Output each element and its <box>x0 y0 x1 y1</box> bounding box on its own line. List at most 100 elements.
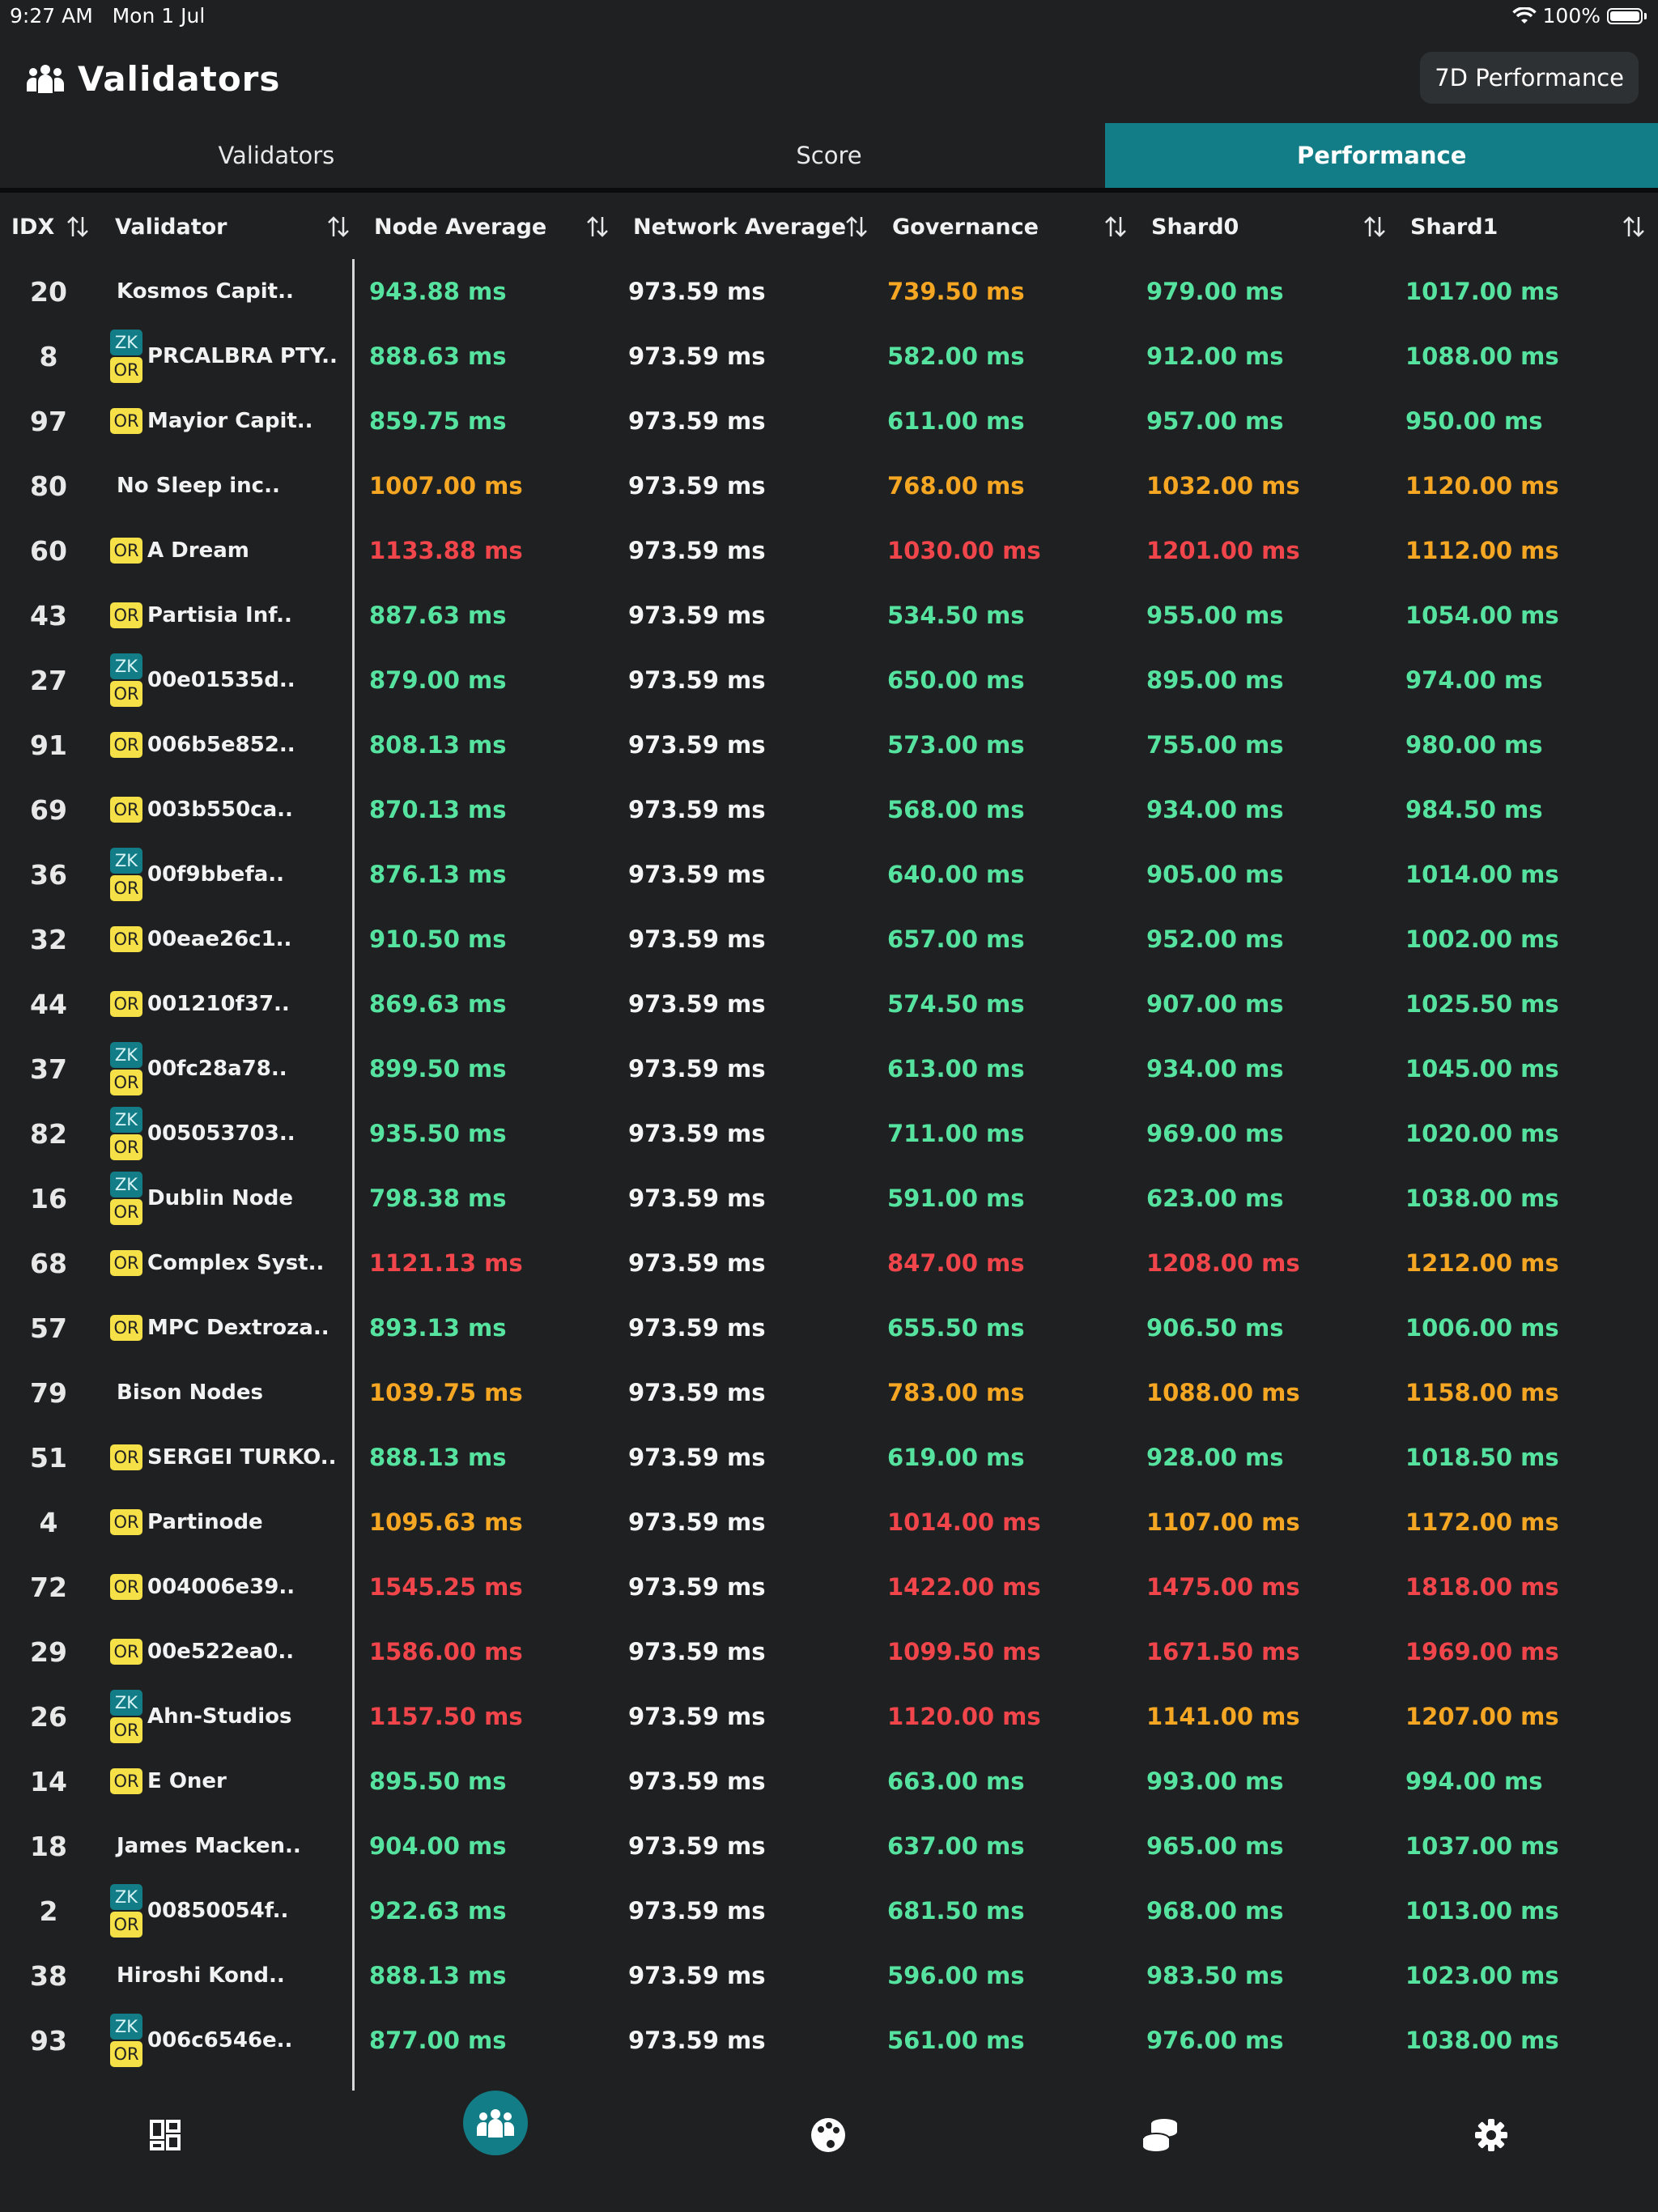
validator-badges: OR <box>110 1509 142 1535</box>
governance-value: 568.00 ms <box>887 796 1025 823</box>
validator-badges: ZK OR <box>110 1884 142 1938</box>
col-header-network-average[interactable]: Network Average <box>633 194 846 259</box>
nav-settings[interactable] <box>1410 2091 1572 2180</box>
validator-name: Mayior Capit.. <box>147 409 313 433</box>
table-row[interactable]: 26 ZK OR Ahn-Studios 1157.50 ms 973.59 ms 1120… <box>0 1684 1658 1749</box>
network-average-value: 973.59 ms <box>628 1962 766 1989</box>
table-row[interactable]: 43 OR Partisia Inf.. 887.63 ms 973.59 ms 534.… <box>0 583 1658 648</box>
validator-badges: OR <box>110 991 142 1017</box>
validator-badges: OR <box>110 1444 142 1470</box>
table-row[interactable]: 29 OR 00e522ea0.. 1586.00 ms 973.59 ms 1099.5… <box>0 1619 1658 1684</box>
node-average-value: 877.00 ms <box>369 2027 507 2054</box>
table-row[interactable]: 79 Bison Nodes 1039.75 ms 973.59 ms 783.00 m… <box>0 1360 1658 1425</box>
shard0-value: 906.50 ms <box>1146 1314 1284 1342</box>
row-validator: ZK OR 00e01535d.. <box>110 648 346 713</box>
row-idx: 82 <box>30 1117 67 1150</box>
row-idx: 43 <box>30 599 67 632</box>
table-row[interactable]: 82 ZK OR 005053703.. 935.50 ms 973.59 ms 711.0… <box>0 1101 1658 1166</box>
col-header-idx[interactable]: IDX <box>11 194 54 259</box>
or-badge: OR <box>110 1768 142 1794</box>
table-row[interactable]: 93 ZK OR 006c6546e.. 877.00 ms 973.59 ms 561.0… <box>0 2008 1658 2073</box>
zk-badge: ZK <box>110 1884 142 1910</box>
row-idx: 72 <box>30 1571 67 1603</box>
validator-badges: OR <box>110 926 142 952</box>
table-row[interactable]: 14 OR E Oner 895.50 ms 973.59 ms 663.00 ms 993… <box>0 1749 1658 1814</box>
or-badge: OR <box>110 1912 142 1938</box>
sort-governance-icon[interactable] <box>1103 214 1129 240</box>
table-row[interactable]: 37 ZK OR 00fc28a78.. 899.50 ms 973.59 ms 613.0… <box>0 1036 1658 1101</box>
shard0-value: 952.00 ms <box>1146 925 1284 953</box>
col-header-shard0[interactable]: Shard0 <box>1151 194 1239 259</box>
zk-badge: ZK <box>110 1107 142 1133</box>
nav-staking[interactable] <box>1079 2091 1241 2180</box>
col-header-shard1[interactable]: Shard1 <box>1410 194 1498 259</box>
validator-name: 001210f37.. <box>147 992 290 1016</box>
row-validator: OR 006b5e852.. <box>110 713 346 777</box>
col-header-governance[interactable]: Governance <box>892 194 1039 259</box>
col-header-validator[interactable]: Validator <box>115 194 227 259</box>
sort-shard1-icon[interactable] <box>1621 214 1647 240</box>
or-badge: OR <box>110 538 142 564</box>
row-validator: OR 00e522ea0.. <box>110 1619 346 1684</box>
table-row[interactable]: 97 OR Mayior Capit.. 859.75 ms 973.59 ms 611.… <box>0 389 1658 453</box>
shard0-value: 976.00 ms <box>1146 2027 1284 2054</box>
row-idx: 51 <box>30 1441 67 1474</box>
validator-name: 00850054f.. <box>147 1899 289 1923</box>
table-row[interactable]: 8 ZK OR PRCALBRA PTY.. 888.63 ms 973.59 ms 582… <box>0 324 1658 389</box>
or-badge: OR <box>110 1250 142 1276</box>
table-row[interactable]: 69 OR 003b550ca.. 870.13 ms 973.59 ms 568.00 … <box>0 777 1658 842</box>
nav-validators[interactable] <box>414 2091 576 2180</box>
tab-validators[interactable]: Validators <box>0 123 553 188</box>
sort-shard0-icon[interactable] <box>1362 214 1388 240</box>
table-row[interactable]: 16 ZK OR Dublin Node 798.38 ms 973.59 ms 591.0… <box>0 1166 1658 1231</box>
network-average-value: 973.59 ms <box>628 1379 766 1406</box>
table-row[interactable]: 4 OR Partinode 1095.63 ms 973.59 ms 1014.00 m… <box>0 1490 1658 1555</box>
validator-name: 006b5e852.. <box>147 733 295 757</box>
validator-badges: OR <box>110 1768 142 1794</box>
or-badge: OR <box>110 875 142 901</box>
table-row[interactable]: 38 Hiroshi Kond.. 888.13 ms 973.59 ms 596.00… <box>0 1943 1658 2008</box>
table-row[interactable]: 60 OR A Dream 1133.88 ms 973.59 ms 1030.00 ms… <box>0 518 1658 583</box>
or-badge: OR <box>110 1134 142 1160</box>
table-row[interactable]: 80 No Sleep inc.. 1007.00 ms 973.59 ms 768.0… <box>0 453 1658 518</box>
network-average-value: 973.59 ms <box>628 1249 766 1277</box>
row-validator: OR MPC Dextroza.. <box>110 1295 346 1360</box>
table-row[interactable]: 32 OR 00eae26c1.. 910.50 ms 973.59 ms 657.00 … <box>0 907 1658 972</box>
row-idx: 26 <box>30 1700 67 1733</box>
table-row[interactable]: 44 OR 001210f37.. 869.63 ms 973.59 ms 574.50 … <box>0 972 1658 1036</box>
governance-value: 663.00 ms <box>887 1767 1025 1795</box>
table-row[interactable]: 36 ZK OR 00f9bbefa.. 876.13 ms 973.59 ms 640.0… <box>0 842 1658 907</box>
tab-performance[interactable]: Performance <box>1105 123 1658 188</box>
table-row[interactable]: 51 OR SERGEI TURKO.. 888.13 ms 973.59 ms 619.… <box>0 1425 1658 1490</box>
table-row[interactable]: 27 ZK OR 00e01535d.. 879.00 ms 973.59 ms 650.0… <box>0 648 1658 713</box>
row-validator: OR A Dream <box>110 518 346 583</box>
node-average-value: 888.13 ms <box>369 1444 507 1471</box>
nav-palette[interactable] <box>747 2091 909 2180</box>
tab-score[interactable]: Score <box>553 123 1106 188</box>
or-badge: OR <box>110 1574 142 1600</box>
table-row[interactable]: 20 Kosmos Capit.. 943.88 ms 973.59 ms 739.50… <box>0 259 1658 324</box>
table-row[interactable]: 2 ZK OR 00850054f.. 922.63 ms 973.59 ms 681.50… <box>0 1878 1658 1943</box>
nav-dashboard[interactable] <box>84 2091 246 2180</box>
page-header: Validators <box>24 50 280 107</box>
shard0-value: 755.00 ms <box>1146 731 1284 759</box>
table-row[interactable]: 18 James Macken.. 904.00 ms 973.59 ms 637.00… <box>0 1814 1658 1878</box>
table-row[interactable]: 57 OR MPC Dextroza.. 893.13 ms 973.59 ms 655.… <box>0 1295 1658 1360</box>
sort-network-average-icon[interactable] <box>844 214 869 240</box>
governance-value: 681.50 ms <box>887 1897 1025 1925</box>
table-row[interactable]: 91 OR 006b5e852.. 808.13 ms 973.59 ms 573.00 … <box>0 713 1658 777</box>
table-row[interactable]: 72 OR 004006e39.. 1545.25 ms 973.59 ms 1422.0… <box>0 1555 1658 1619</box>
or-badge: OR <box>110 1444 142 1470</box>
node-average-value: 888.63 ms <box>369 342 507 370</box>
col-header-node-average[interactable]: Node Average <box>374 194 546 259</box>
sort-node-average-icon[interactable] <box>585 214 610 240</box>
performance-period-button[interactable]: 7D Performance <box>1420 52 1639 104</box>
governance-value: 768.00 ms <box>887 472 1025 500</box>
governance-value: 591.00 ms <box>887 1185 1025 1212</box>
table-row[interactable]: 68 OR Complex Syst.. 1121.13 ms 973.59 ms 847… <box>0 1231 1658 1295</box>
row-validator: ZK OR Ahn-Studios <box>110 1684 346 1749</box>
governance-value: 582.00 ms <box>887 342 1025 370</box>
shard1-value: 1207.00 ms <box>1405 1703 1559 1730</box>
sort-idx-icon[interactable] <box>65 214 91 240</box>
sort-validator-icon[interactable] <box>325 214 351 240</box>
